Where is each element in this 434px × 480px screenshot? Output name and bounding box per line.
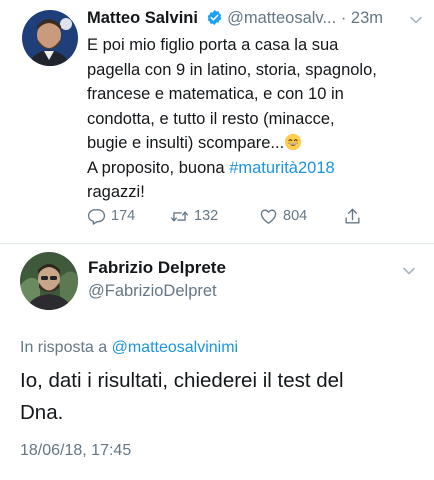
heart-icon: [260, 208, 277, 224]
retweet-button[interactable]: 132: [170, 203, 218, 229]
tweet-line: ragazzi!: [87, 183, 145, 201]
tweet-line: bugie e insulti) scompare...: [87, 134, 285, 152]
grinning-emoji-icon: [285, 133, 302, 151]
like-button[interactable]: 804: [259, 203, 307, 229]
like-count: 804: [283, 208, 308, 224]
tweet-line-with-hashtag: A proposito, buona #maturità2018: [87, 156, 427, 181]
verified-badge-icon: [207, 10, 221, 25]
author-handle[interactable]: @FabrizioDelpret: [88, 282, 217, 301]
in-reply-prefix: In risposta a: [20, 339, 112, 356]
retweet-count: 132: [194, 208, 219, 224]
tweet-line: francese e matematica, e con 10 in: [87, 85, 344, 103]
reply-tweet-card: Fabrizio Delprete @FabrizioDelpret In ri…: [0, 244, 434, 480]
tweet-line-with-emoji: bugie e insulti) scompare...: [87, 131, 427, 156]
reply-line: Dna.: [20, 401, 64, 424]
tweet-time[interactable]: 23m: [351, 9, 383, 27]
in-reply-to: In risposta a @matteosalvinimi: [20, 339, 238, 357]
reply-line: Io, dati i risultati, chiederei il test …: [20, 369, 344, 392]
avatar-image: [20, 252, 78, 310]
share-button[interactable]: [343, 203, 367, 229]
reply-button[interactable]: 174: [87, 203, 135, 229]
tweet-line: E poi mio figlio porta a casa la sua: [87, 36, 339, 54]
tweet-actions: 174 132 804: [87, 203, 377, 229]
reply-text: Io, dati i risultati, chiederei il test …: [20, 365, 420, 429]
tweet-line-prefix: A proposito, buona: [87, 158, 230, 177]
author-name[interactable]: Fabrizio Delprete: [88, 258, 226, 278]
tweet-line: pagella con 9 in latino, storia, spagnol…: [87, 60, 377, 79]
retweet-icon: [170, 210, 189, 222]
author-handle[interactable]: @matteosalv...: [227, 9, 336, 27]
separator-dot: ·: [340, 9, 347, 27]
reply-count: 174: [111, 208, 136, 224]
mention-link[interactable]: @matteosalvinimi: [112, 339, 239, 356]
chevron-down-icon[interactable]: [402, 264, 416, 278]
share-icon: [345, 208, 360, 224]
reply-timestamp[interactable]: 18/06/18, 17:45: [20, 442, 131, 460]
tweet-line: condotta, e tutto il resto (minacce,: [87, 109, 335, 128]
tweet-card: Matteo Salvini @matteosalv... · 23m E po…: [0, 0, 434, 240]
chevron-down-icon[interactable]: [409, 13, 423, 27]
tweet-header: Matteo Salvini @matteosalv... · 23m: [87, 9, 427, 33]
reply-icon: [87, 208, 106, 225]
author-name[interactable]: Matteo Salvini: [87, 9, 198, 27]
avatar[interactable]: [20, 252, 78, 310]
avatar-image: [22, 10, 78, 66]
tweet-text: E poi mio figlio porta a casa la sua pag…: [87, 33, 427, 205]
hashtag-link[interactable]: #maturità2018: [229, 159, 335, 177]
avatar[interactable]: [22, 10, 78, 66]
